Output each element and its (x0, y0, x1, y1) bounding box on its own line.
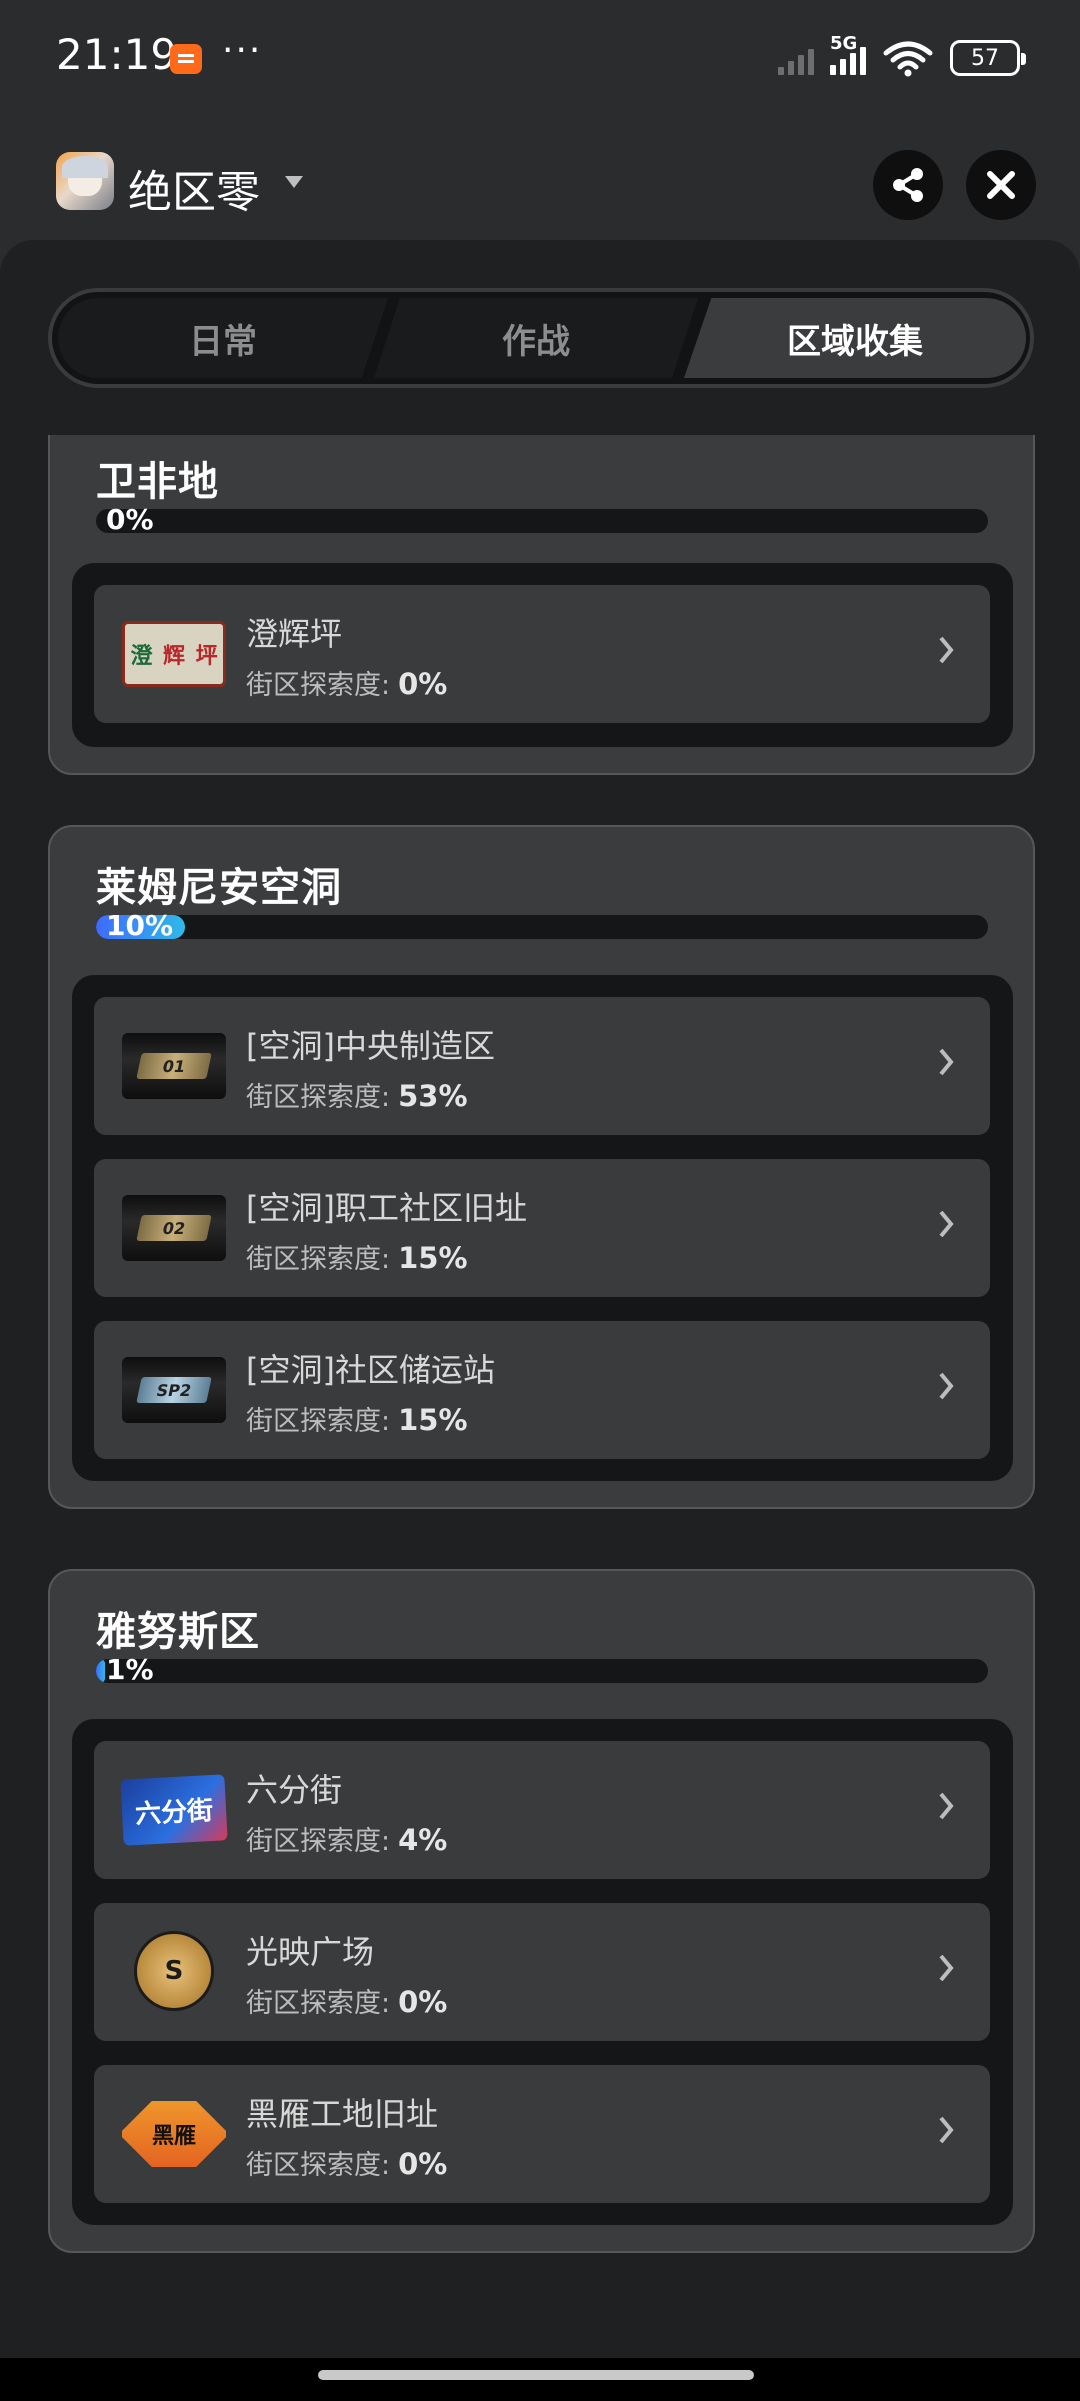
tab-daily[interactable]: 日常 (58, 298, 388, 378)
hollow-zone-icon: 02 (122, 1195, 226, 1261)
chevron-right-icon (939, 1372, 954, 1400)
district-name: [空洞]中央制造区 (246, 1027, 495, 1065)
region-progress-fill (96, 1659, 105, 1683)
region-card: 雅努斯区 1% 六分街 六分街 街区探索度: 4% S 光映广场 街区探索度: 0% (48, 1569, 1035, 2253)
district-list: 六分街 六分街 街区探索度: 4% S 光映广场 街区探索度: 0% 黑雁 黑雁工地… (72, 1719, 1013, 2225)
region-progress-text: 0% (106, 503, 154, 536)
game-avatar[interactable] (56, 152, 114, 210)
region-name: 卫非地 (96, 459, 219, 505)
district-progress: 街区探索度: 53% (246, 1079, 468, 1113)
tab-bar: 日常 作战 区域收集 (48, 288, 1034, 388)
status-time: 21:19 (56, 30, 178, 79)
district-name: 六分街 (246, 1771, 343, 1809)
lumina-square-icon: S (134, 1931, 214, 2011)
district-item[interactable]: 黑雁 黑雁工地旧址 街区探索度: 0% (94, 2065, 990, 2203)
region-progress-text: 10% (106, 909, 174, 942)
wifi-icon (883, 41, 933, 77)
chevron-right-icon (939, 1210, 954, 1238)
district-item[interactable]: 02 [空洞]职工社区旧址 街区探索度: 15% (94, 1159, 990, 1297)
chevron-right-icon (939, 1954, 954, 1982)
chevron-right-icon (939, 1792, 954, 1820)
sixth-street-icon: 六分街 (120, 1774, 228, 1846)
main-panel: 日常 作战 区域收集 卫非地 0% 澄 辉 坪 澄辉坪 街区探索度: 0% 莱姆… (0, 240, 1080, 2358)
battery-icon: 57 (950, 40, 1026, 76)
chevron-right-icon (939, 2116, 954, 2144)
district-item[interactable]: 六分街 六分街 街区探索度: 4% (94, 1741, 990, 1879)
district-progress: 街区探索度: 4% (246, 1823, 448, 1857)
district-list: 01 [空洞]中央制造区 街区探索度: 53% 02 [空洞]职工社区旧址 街区探… (72, 975, 1013, 1481)
share-icon (893, 168, 923, 202)
region-progress-text: 1% (106, 1653, 154, 1686)
signal-5g-icon: 5G (830, 33, 866, 75)
close-button[interactable] (966, 150, 1036, 220)
region-card: 莱姆尼安空洞 10% 01 [空洞]中央制造区 街区探索度: 53% 02 [空洞… (48, 825, 1035, 1509)
district-progress: 街区探索度: 0% (246, 1985, 448, 2019)
district-name: [空洞]职工社区旧址 (246, 1189, 527, 1227)
district-item[interactable]: SP2 [空洞]社区储运站 街区探索度: 15% (94, 1321, 990, 1459)
chat-app-icon (170, 44, 202, 74)
home-indicator[interactable] (318, 2370, 754, 2380)
district-name: 光映广场 (246, 1933, 375, 1971)
share-button[interactable] (873, 150, 943, 220)
district-name: [空洞]社区储运站 (246, 1351, 495, 1389)
region-name: 莱姆尼安空洞 (96, 865, 342, 911)
status-icons: 5G 57 (778, 33, 1026, 80)
battery-level: 57 (971, 45, 999, 71)
region-progress-bar (96, 915, 988, 939)
district-name: 黑雁工地旧址 (246, 2095, 439, 2133)
hollow-zone-icon: SP2 (122, 1357, 226, 1423)
region-card: 卫非地 0% 澄 辉 坪 澄辉坪 街区探索度: 0% (48, 435, 1035, 775)
chevron-right-icon (939, 1048, 954, 1076)
more-notifications-icon: ··· (222, 30, 263, 71)
district-name: 澄辉坪 (246, 615, 343, 653)
chenghui-icon: 澄 辉 坪 (122, 621, 226, 687)
district-list: 澄 辉 坪 澄辉坪 街区探索度: 0% (72, 563, 1013, 747)
mini-app-header: 绝区零 (0, 120, 1080, 240)
signal-sim1-icon (778, 41, 814, 75)
region-name: 雅努斯区 (96, 1609, 260, 1655)
region-progress-bar (96, 1659, 988, 1683)
game-title[interactable]: 绝区零 (128, 156, 260, 220)
tab-area-collection[interactable]: 区域收集 (684, 298, 1026, 378)
district-progress: 街区探索度: 0% (246, 2147, 448, 2181)
status-bar: 21:19 ··· 5G 57 (0, 0, 1080, 120)
network-type-label: 5G (830, 33, 858, 54)
heiyan-site-icon: 黑雁 (122, 2101, 226, 2167)
district-item[interactable]: 01 [空洞]中央制造区 街区探索度: 53% (94, 997, 990, 1135)
district-item[interactable]: S 光映广场 街区探索度: 0% (94, 1903, 990, 2041)
tab-battle[interactable]: 作战 (374, 298, 698, 378)
hollow-zone-icon: 01 (122, 1033, 226, 1099)
chevron-right-icon (939, 636, 954, 664)
dropdown-caret-icon[interactable] (285, 176, 303, 188)
district-item[interactable]: 澄 辉 坪 澄辉坪 街区探索度: 0% (94, 585, 990, 723)
district-progress: 街区探索度: 0% (246, 667, 448, 701)
district-progress: 街区探索度: 15% (246, 1241, 468, 1275)
region-progress-bar (96, 509, 988, 533)
region-list[interactable]: 卫非地 0% 澄 辉 坪 澄辉坪 街区探索度: 0% 莱姆尼安空洞 10% 01… (0, 435, 1080, 2358)
district-progress: 街区探索度: 15% (246, 1403, 468, 1437)
close-icon (987, 171, 1015, 199)
